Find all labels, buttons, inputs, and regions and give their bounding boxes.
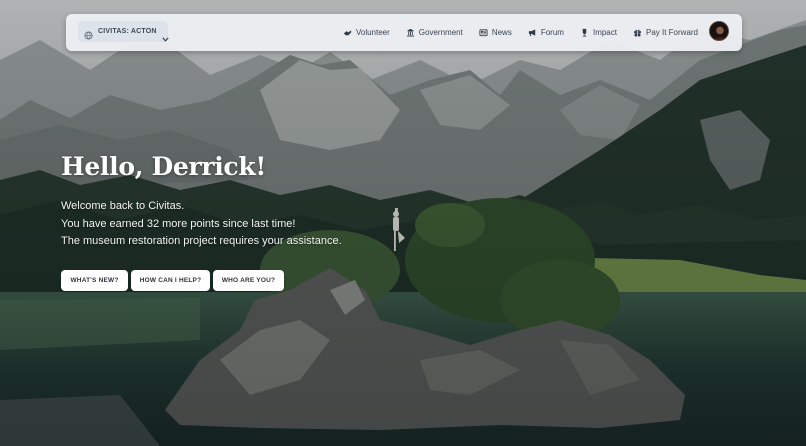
nav-impact[interactable]: Impact bbox=[580, 28, 617, 37]
nav-pay-it-forward[interactable]: Pay It Forward bbox=[633, 28, 698, 37]
top-navbar: CIVITAS: ACTON Volunteer Government News bbox=[66, 14, 742, 51]
gift-icon bbox=[633, 28, 642, 37]
forum-icon bbox=[528, 28, 537, 37]
nav-impact-label: Impact bbox=[592, 28, 617, 37]
how-can-i-help-button[interactable]: HOW CAN I HELP? bbox=[131, 270, 210, 291]
news-icon bbox=[479, 28, 488, 37]
chevron-down-icon bbox=[162, 29, 169, 42]
user-avatar[interactable] bbox=[709, 21, 729, 41]
impact-icon bbox=[580, 28, 589, 37]
whats-new-button[interactable]: WHAT'S NEW? bbox=[61, 270, 128, 291]
welcome-line: Welcome back to Civitas. bbox=[61, 200, 185, 212]
nav-government[interactable]: Government bbox=[406, 28, 463, 37]
nav-volunteer[interactable]: Volunteer bbox=[343, 28, 390, 37]
nav-menu: Volunteer Government News Forum Impact P… bbox=[343, 14, 698, 51]
community-selector[interactable]: CIVITAS: ACTON bbox=[78, 21, 169, 42]
nav-pay-it-forward-label: Pay It Forward bbox=[645, 28, 698, 37]
volunteer-icon bbox=[343, 28, 352, 37]
welcome-message: Welcome back to Civitas. You have earned… bbox=[61, 198, 342, 251]
globe-icon bbox=[84, 27, 93, 40]
nav-government-label: Government bbox=[418, 28, 463, 37]
greeting-title: Hello, Derrick! bbox=[61, 152, 267, 181]
nav-news[interactable]: News bbox=[479, 28, 512, 37]
nav-forum[interactable]: Forum bbox=[528, 28, 564, 37]
community-name: CIVITAS: ACTON bbox=[98, 28, 157, 35]
points-line: You have earned 32 more points since las… bbox=[61, 217, 296, 230]
who-are-you-button[interactable]: WHO ARE YOU? bbox=[213, 270, 284, 291]
nav-forum-label: Forum bbox=[540, 28, 564, 37]
hero-actions: WHAT'S NEW? HOW CAN I HELP? WHO ARE YOU? bbox=[61, 270, 284, 291]
nav-news-label: News bbox=[491, 28, 512, 37]
nav-volunteer-label: Volunteer bbox=[355, 28, 390, 37]
project-line: The museum restoration project requires … bbox=[61, 235, 342, 247]
government-icon bbox=[406, 28, 415, 37]
